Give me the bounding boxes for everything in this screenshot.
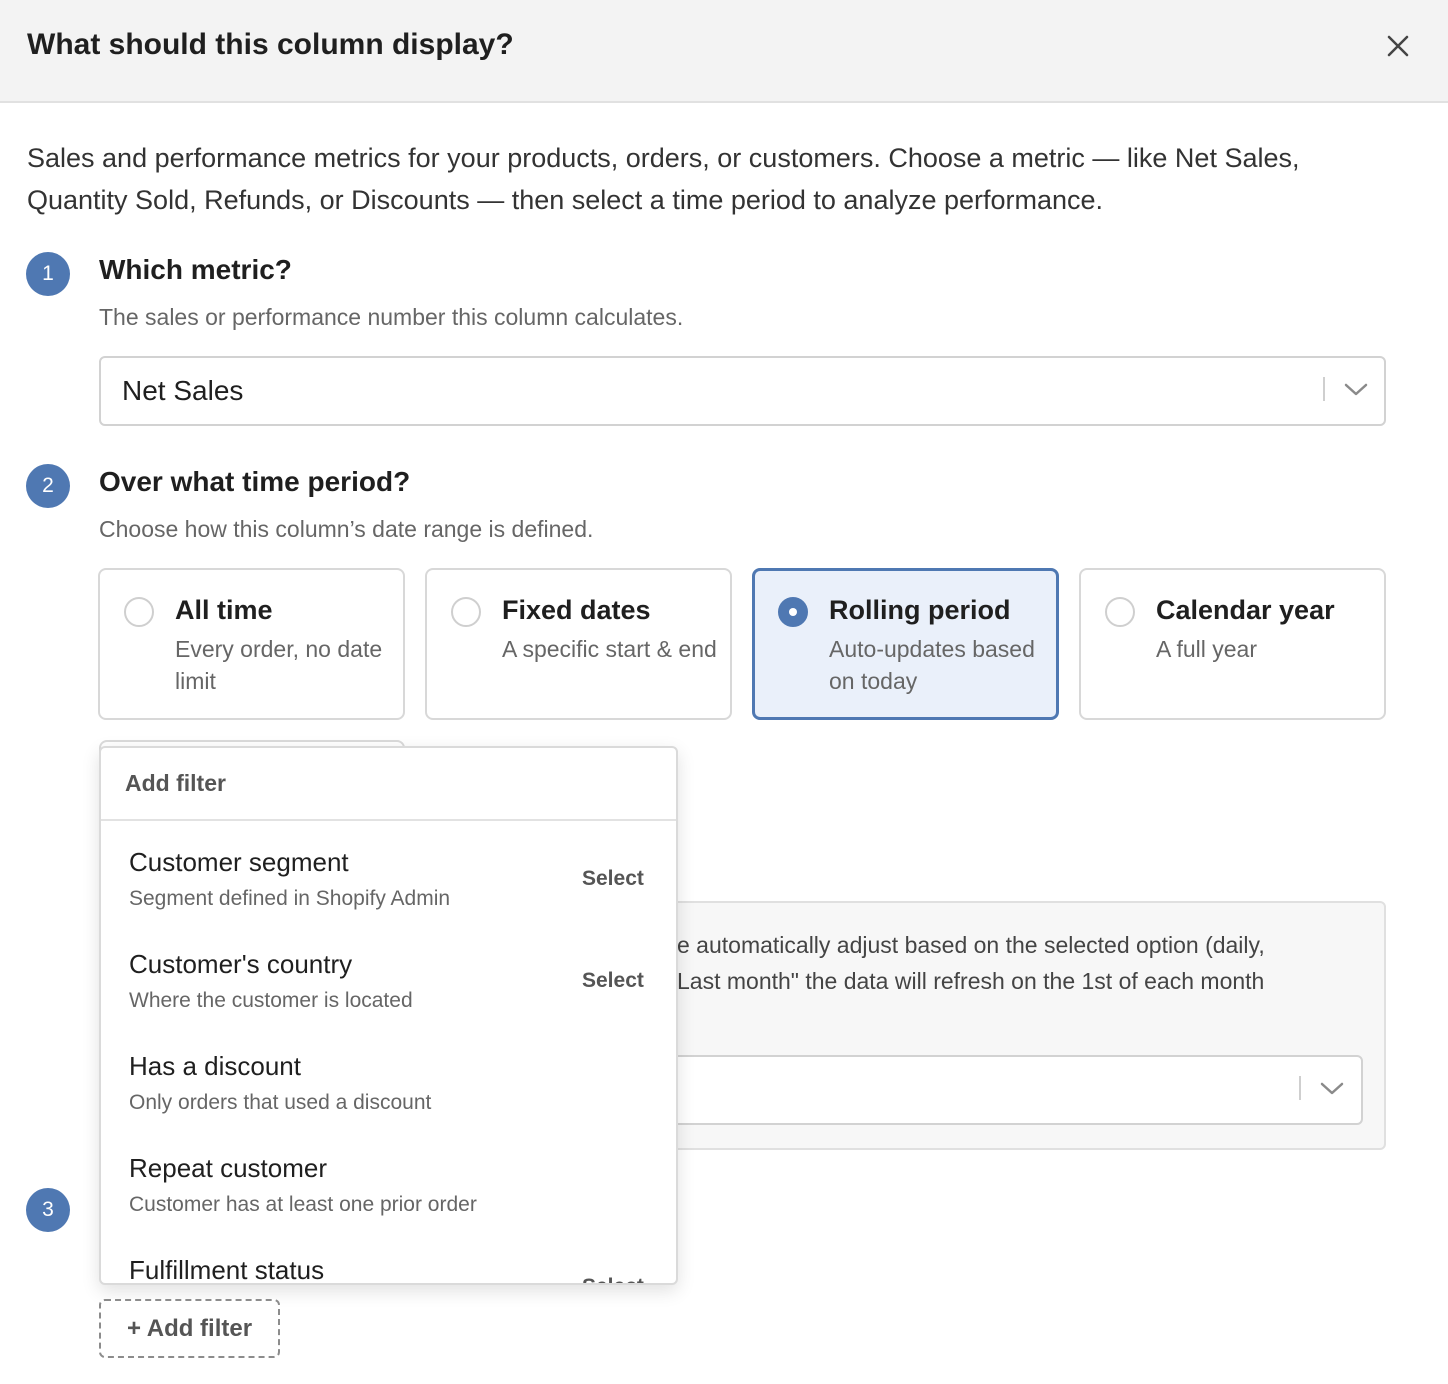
- step-2-title: Over what time period?: [99, 466, 411, 497]
- period-option-description: Auto-updates based on today: [829, 636, 1035, 694]
- period-option-title: Fixed dates: [502, 595, 651, 625]
- step-badge-2: 2: [26, 464, 70, 508]
- filter-option-customer-segment[interactable]: Customer segment Segment defined in Shop…: [101, 847, 676, 949]
- filter-option-name: Customer's country: [129, 949, 353, 979]
- rolling-period-select[interactable]: [657, 1055, 1363, 1125]
- chevron-down-icon: [1320, 1082, 1344, 1095]
- add-filter-dropdown: Add filter Customer segment Segment defi…: [99, 746, 678, 1285]
- period-option-all-time[interactable]: All time Every order, no date limit: [98, 568, 405, 720]
- filter-option-name: Repeat customer: [129, 1153, 327, 1183]
- filter-option-description: Customer has at least one prior order: [129, 1193, 477, 1216]
- filter-option-name: Fulfillment status: [129, 1255, 325, 1285]
- radio-button-checked[interactable]: [778, 597, 808, 627]
- dropdown-header: Add filter: [101, 748, 676, 821]
- modal-header: What should this column display?: [0, 0, 1448, 103]
- filter-option-description: Segment defined in Shopify Admin: [129, 887, 451, 910]
- filter-option-fulfillment-status[interactable]: Fulfillment status Select: [101, 1255, 676, 1285]
- add-filter-button[interactable]: + Add filter: [99, 1299, 280, 1358]
- select-separator: [1323, 377, 1325, 401]
- select-separator: [1299, 1076, 1301, 1100]
- radio-button[interactable]: [124, 597, 154, 627]
- step-1-title: Which metric?: [99, 254, 292, 285]
- period-option-title: Rolling period: [829, 595, 1011, 625]
- dropdown-title: Add filter: [125, 770, 226, 796]
- filter-option-description: Only orders that used a discount: [129, 1091, 432, 1114]
- filter-option-repeat-customer[interactable]: Repeat customer Customer has at least on…: [101, 1153, 676, 1255]
- period-option-fixed-dates[interactable]: Fixed dates A specific start & end: [425, 568, 732, 720]
- metric-select[interactable]: Net Sales: [99, 356, 1386, 426]
- filter-option-description: Where the customer is located: [129, 989, 413, 1012]
- close-icon: [1387, 35, 1409, 57]
- period-option-calendar-year[interactable]: Calendar year A full year: [1079, 568, 1386, 720]
- select-button[interactable]: Select: [582, 867, 644, 891]
- period-option-rolling-period[interactable]: Rolling period Auto-updates based on tod…: [752, 568, 1059, 720]
- chevron-down-icon: [1344, 383, 1368, 396]
- select-button[interactable]: Select: [582, 969, 644, 993]
- filter-option-customer-country[interactable]: Customer's country Where the customer is…: [101, 949, 676, 1051]
- filter-option-name: Customer segment: [129, 847, 349, 877]
- period-option-title: Calendar year: [1156, 595, 1335, 625]
- step-2-description: Choose how this column’s date range is d…: [99, 516, 594, 542]
- close-button[interactable]: [1380, 28, 1416, 64]
- period-option-description: Every order, no date limit: [175, 636, 383, 694]
- select-button[interactable]: Select: [582, 1275, 644, 1283]
- period-option-description: A specific start & end: [502, 636, 717, 662]
- step-badge-3: 3: [26, 1188, 70, 1232]
- radio-button[interactable]: [451, 597, 481, 627]
- filter-option-name: Has a discount: [129, 1051, 301, 1081]
- step-badge-1: 1: [26, 252, 70, 296]
- modal-title: What should this column display?: [27, 28, 514, 61]
- intro-text: Sales and performance metrics for your p…: [27, 143, 1300, 215]
- filter-option-has-discount[interactable]: Has a discount Only orders that used a d…: [101, 1051, 676, 1153]
- step-1-description: The sales or performance number this col…: [99, 304, 684, 330]
- metric-select-value: Net Sales: [122, 375, 244, 406]
- period-option-title: All time: [175, 595, 273, 625]
- radio-button[interactable]: [1105, 597, 1135, 627]
- period-option-description: A full year: [1156, 636, 1257, 662]
